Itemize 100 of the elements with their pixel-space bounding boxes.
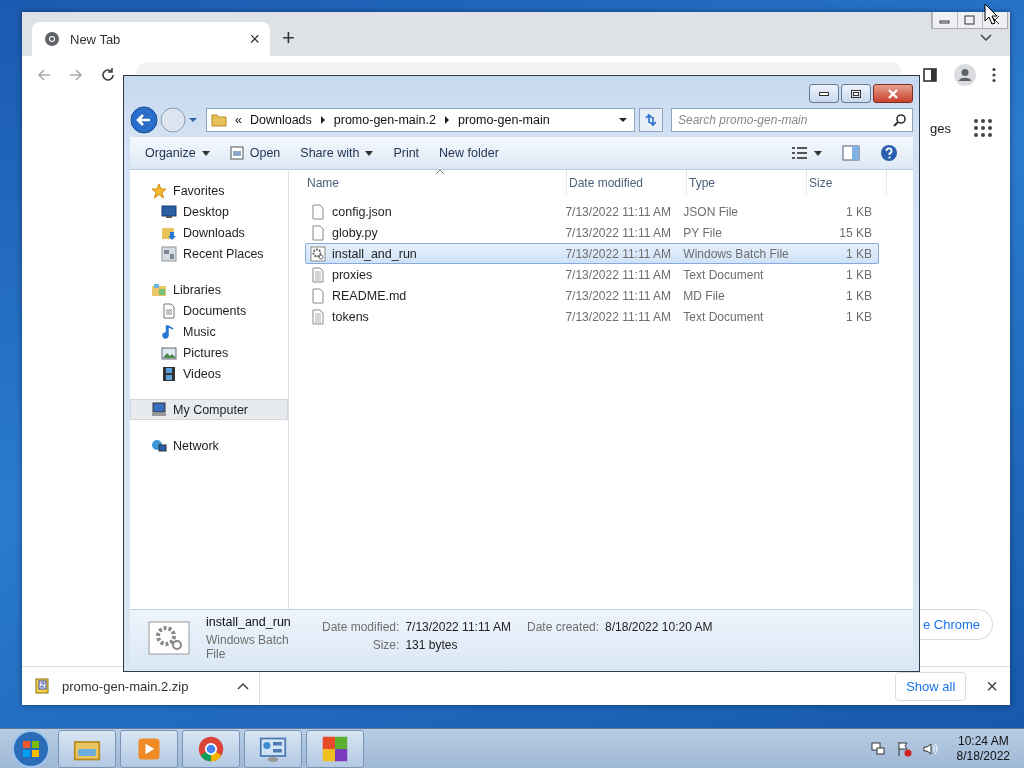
file-icon (310, 203, 326, 220)
images-link[interactable]: ges (930, 120, 951, 136)
picture-icon (161, 344, 177, 361)
taskbar-button[interactable] (306, 729, 364, 768)
nav-item[interactable]: Videos (130, 363, 288, 384)
history-dropdown-icon[interactable] (188, 117, 198, 123)
file-row[interactable]: proxies 7/13/2022 11:11 AM Text Document 1 KB (305, 264, 879, 285)
speaker-icon[interactable] (921, 740, 938, 757)
file-row[interactable]: globy.py 7/13/2022 11:11 AM PY File 15 KB (305, 222, 879, 243)
gear-file-icon (310, 245, 326, 262)
search-field[interactable]: Search promo-gen-main (671, 108, 913, 132)
file-row[interactable]: tokens 7/13/2022 11:11 AM Text Document 1 KB (305, 306, 879, 327)
size-cell-text: 1 KB (845, 267, 873, 282)
reload-icon[interactable] (100, 67, 116, 83)
nav-item[interactable]: Desktop (130, 201, 288, 222)
menu-icon[interactable] (992, 67, 996, 83)
folder-icon (151, 281, 167, 298)
flag-icon[interactable] (895, 740, 912, 757)
nav-item[interactable]: Libraries (130, 279, 288, 300)
tab-title: New Tab (70, 31, 122, 47)
help-icon (880, 144, 898, 162)
property-value: 131 bytes (405, 638, 458, 652)
date-cell-text: 7/13/2022 11:11 AM (564, 225, 673, 240)
nav-item[interactable]: Documents (130, 300, 288, 321)
nav-item[interactable]: Recent Places (130, 243, 288, 264)
gear-file-icon (148, 621, 190, 655)
column-header[interactable]: Date modified (567, 170, 687, 195)
download-filename[interactable]: promo-gen-main.2.zip (62, 678, 225, 694)
apps-grid-icon[interactable] (973, 118, 993, 138)
file-name: globy.py (332, 225, 378, 240)
nav-item[interactable]: My Computer (130, 399, 288, 420)
side-panel-icon[interactable] (922, 67, 938, 83)
profile-icon[interactable] (954, 64, 976, 86)
show-all-button[interactable]: Show all (895, 671, 967, 701)
type-cell-text: Windows Batch File (682, 246, 790, 261)
toolbar-command[interactable]: Share with (293, 146, 381, 160)
close-button[interactable]: × (986, 674, 998, 698)
film-icon (161, 365, 177, 382)
caret-icon (365, 150, 374, 156)
maximize-button[interactable] (841, 84, 871, 103)
nav-item[interactable]: Downloads (130, 222, 288, 243)
size-cell-text: 1 KB (845, 309, 873, 324)
new-tab-button[interactable]: + (282, 22, 295, 56)
dropdown-arrow-icon[interactable] (618, 117, 628, 123)
recent-places-icon (161, 245, 177, 262)
caret-icon (201, 150, 210, 156)
toolbar-command[interactable]: New folder (432, 146, 506, 160)
property-label: Date modified: (322, 620, 400, 634)
clock[interactable]: 10:24 AM 8/18/2022 (956, 733, 1010, 764)
file-icon (310, 287, 326, 304)
date-cell-text: 7/13/2022 11:11 AM (564, 246, 673, 261)
file-row[interactable]: config.json 7/13/2022 11:11 AM JSON File 1 KB (305, 201, 879, 222)
taskbar-button[interactable] (244, 729, 302, 768)
monitor-icon (161, 203, 177, 220)
close-icon (887, 88, 899, 99)
browser-tab[interactable]: New Tab × (32, 22, 270, 56)
toolbar-command[interactable]: Print (386, 146, 427, 160)
file-row[interactable]: install_and_run 7/13/2022 11:11 AM Windows Batch File 1 KB (305, 243, 879, 264)
network-icon[interactable] (869, 740, 886, 757)
column-header[interactable]: Name (305, 170, 567, 195)
file-name: README.md (332, 288, 407, 303)
property-value: 8/18/2022 10:20 AM (605, 620, 713, 634)
caret-icon (814, 150, 822, 156)
squares-icon (321, 734, 349, 763)
maximize-icon (851, 89, 861, 98)
nav-item[interactable]: Network (130, 435, 288, 456)
refresh-arrows-icon (643, 113, 659, 127)
breadcrumb-arrow-icon[interactable] (443, 116, 450, 124)
column-header[interactable]: Type (687, 170, 807, 195)
file-row[interactable]: README.md 7/13/2022 11:11 AM MD File 1 KB (305, 285, 879, 306)
toolbar-command[interactable]: Organize (138, 146, 217, 160)
taskbar-button[interactable] (182, 729, 240, 768)
toolbar-command[interactable]: Open (222, 146, 288, 160)
chevron-down-icon[interactable] (980, 34, 992, 42)
list-view-icon (792, 147, 808, 159)
tab-close-button[interactable]: × (249, 28, 260, 50)
text-file-icon (310, 308, 326, 325)
file-type: Windows Batch File (206, 633, 290, 661)
breadcrumb-arrow-icon[interactable] (319, 116, 326, 124)
type-cell-text: MD File (682, 288, 726, 303)
folder-icon (211, 112, 227, 128)
column-header[interactable]: Size (807, 170, 887, 195)
size-cell-text: 1 KB (845, 246, 873, 261)
back-button[interactable] (130, 106, 158, 134)
type-cell-text: PY File (682, 225, 723, 240)
address-bar[interactable]: « Downloads promo-gen-main.2 promo-gen-main (206, 108, 635, 132)
close-button[interactable] (873, 84, 913, 103)
star-icon (151, 182, 167, 199)
size-cell-text: 15 KB (838, 225, 873, 240)
nav-item[interactable]: Pictures (130, 342, 288, 363)
refresh-button[interactable] (639, 108, 663, 132)
open-icon (229, 146, 244, 160)
property-label: Size: (372, 638, 400, 652)
minimize-button[interactable] (809, 84, 839, 103)
start-button[interactable] (11, 728, 51, 768)
customize-button[interactable]: e Chrome (918, 609, 993, 640)
nav-item[interactable]: Music (130, 321, 288, 342)
mouse-cursor-icon (984, 3, 998, 25)
nav-item[interactable]: Favorites (130, 180, 288, 201)
chevron-up-icon[interactable] (237, 682, 249, 690)
